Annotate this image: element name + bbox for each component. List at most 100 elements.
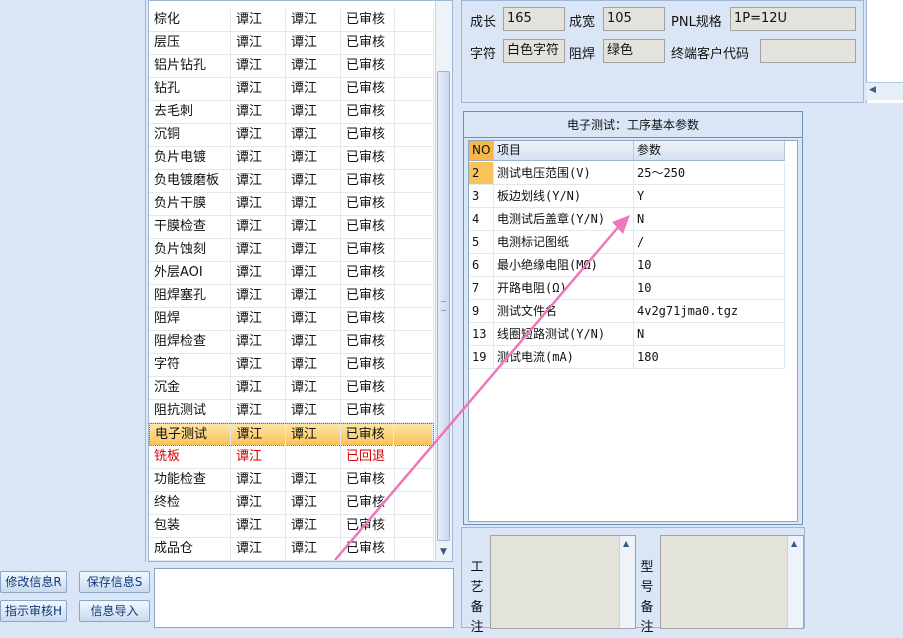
process-row[interactable]: 阻焊 谭江 谭江 已审核 <box>149 308 434 331</box>
param-row[interactable]: 4 电测试后盖章(Y/N) N <box>469 208 785 231</box>
param-row[interactable]: 3 板边划线(Y/N) Y <box>469 185 785 208</box>
process-row[interactable]: 负片蚀刻 谭江 谭江 已审核 <box>149 239 434 262</box>
process-row[interactable]: 沉金 谭江 谭江 已审核 <box>149 377 434 400</box>
header-item: 项目 <box>494 141 634 160</box>
process-row[interactable]: 负片干膜 谭江 谭江 已审核 <box>149 193 434 216</box>
solder-mask-field[interactable]: 绿色 <box>603 39 665 63</box>
params-grid[interactable]: NO 项目 参数 2 测试电压范围(V) 25～250 3 板边划线(Y/N) Y 4 电测试… <box>468 140 798 522</box>
process-row[interactable]: 电子测试 谭江 谭江 已审核 <box>149 423 434 447</box>
width-field[interactable]: 105 <box>603 7 665 31</box>
pnl-spec-field[interactable]: 1P=12U <box>730 7 856 31</box>
process-row[interactable]: 字符 谭江 谭江 已审核 <box>149 354 434 377</box>
process-reviewer: 谭江 <box>286 262 341 285</box>
process-reviewer: 谭江 <box>286 147 341 170</box>
process-reviewer: 谭江 <box>286 216 341 239</box>
param-row[interactable]: 19 测试电流(mA) 180 <box>469 346 785 369</box>
process-extra <box>395 262 434 285</box>
process-extra <box>395 400 434 423</box>
process-row[interactable]: 成品仓 谭江 谭江 已审核 <box>149 538 434 561</box>
import-info-button[interactable]: 信息导入 <box>79 600 150 622</box>
param-value: N <box>634 208 785 230</box>
process-status: 已审核 <box>341 469 395 492</box>
process-maker: 谭江 <box>231 147 286 170</box>
save-info-button[interactable]: 保存信息S <box>79 571 150 593</box>
process-row[interactable]: 干膜检查 谭江 谭江 已审核 <box>149 216 434 239</box>
process-row[interactable]: 终检 谭江 谭江 已审核 <box>149 492 434 515</box>
process-row[interactable]: 棕化 谭江 谭江 已审核 <box>149 9 434 32</box>
process-row[interactable]: 包装 谭江 谭江 已审核 <box>149 515 434 538</box>
process-params-panel: 电子测试：工序基本参数 NO 项目 参数 2 测试电压范围(V) 25～250 3 板边… <box>463 111 803 525</box>
process-extra <box>395 492 434 515</box>
process-name: 负片蚀刻 <box>149 239 231 262</box>
param-row[interactable]: 9 测试文件名 4v2g71jma0.tgz <box>469 300 785 323</box>
character-field[interactable]: 白色字符 <box>503 39 565 63</box>
process-status: 已审核 <box>341 262 395 285</box>
process-maker: 谭江 <box>231 446 286 469</box>
process-reviewer: 谭江 <box>286 285 341 308</box>
process-row[interactable]: 阻抗测试 谭江 谭江 已审核 <box>149 400 434 423</box>
process-row[interactable]: 层压 谭江 谭江 已审核 <box>149 32 434 55</box>
process-name: 阻焊检查 <box>149 331 231 354</box>
param-row[interactable]: 5 电测标记图纸 / <box>469 231 785 254</box>
scroll-up-icon: ▲ <box>623 539 630 548</box>
process-row[interactable]: 阻焊塞孔 谭江 谭江 已审核 <box>149 285 434 308</box>
param-row[interactable]: 13 线圈短路测试(Y/N) N <box>469 323 785 346</box>
header-no: NO <box>469 141 494 160</box>
process-row[interactable]: 功能检查 谭江 谭江 已审核 <box>149 469 434 492</box>
process-reviewer: 谭江 <box>286 170 341 193</box>
model-remark-scrollbar[interactable]: ▲ <box>787 536 803 628</box>
process-row[interactable]: 阻焊检查 谭江 谭江 已审核 <box>149 331 434 354</box>
process-row[interactable]: 去毛刺 谭江 谭江 已审核 <box>149 101 434 124</box>
model-remark-textarea[interactable]: ▲ <box>660 535 804 629</box>
param-row[interactable]: 7 开路电阻(Ω) 10 <box>469 277 785 300</box>
end-customer-code-field[interactable] <box>760 39 856 63</box>
process-remark-scrollbar[interactable]: ▲ <box>619 536 635 628</box>
process-reviewer: 谭江 <box>286 239 341 262</box>
process-name: 层压 <box>149 32 231 55</box>
param-item: 电测试后盖章(Y/N) <box>494 208 634 230</box>
param-row[interactable]: 6 最小绝缘电阻(MΩ) 10 <box>469 254 785 277</box>
process-status: 已审核 <box>341 538 395 561</box>
process-row[interactable]: 铝片钻孔 谭江 谭江 已审核 <box>149 55 434 78</box>
process-extra <box>395 469 434 492</box>
process-maker: 谭江 <box>231 170 286 193</box>
process-name: 干膜检查 <box>149 216 231 239</box>
process-remark-textarea[interactable]: ▲ <box>490 535 636 629</box>
process-maker: 谭江 <box>231 285 286 308</box>
process-status: 已审核 <box>341 9 395 32</box>
scroll-left-icon[interactable]: ◀ <box>869 85 876 95</box>
horizontal-scrollbar[interactable]: ◀ <box>866 82 903 100</box>
scroll-down-icon[interactable]: ▼ <box>437 546 450 559</box>
process-row[interactable]: 沉铜 谭江 谭江 已审核 <box>149 124 434 147</box>
process-row[interactable]: 外层AOI 谭江 谭江 已审核 <box>149 262 434 285</box>
param-value: 10 <box>634 277 785 299</box>
process-reviewer: 谭江 <box>286 9 341 32</box>
review-instruction-button[interactable]: 指示审核H <box>0 600 67 622</box>
process-row[interactable]: 铣板 谭江 已回退 <box>149 446 434 469</box>
process-reviewer: 谭江 <box>286 424 341 447</box>
pnl-spec-label: PNL规格 <box>671 15 722 30</box>
process-reviewer <box>286 446 341 469</box>
process-status: 已审核 <box>341 239 395 262</box>
process-row[interactable]: 负片电镀 谭江 谭江 已审核 <box>149 147 434 170</box>
process-status: 已审核 <box>341 492 395 515</box>
process-maker: 谭江 <box>231 538 286 561</box>
process-list-table[interactable]: 棕化 谭江 谭江 已审核 层压 谭江 谭江 已审核 铝片钻孔 谭江 谭江 已审核 钻孔 谭江 谭江 已审核 去毛… <box>148 0 453 562</box>
notes-textarea[interactable] <box>154 568 454 628</box>
param-value: N <box>634 323 785 345</box>
action-button-area: 修改信息R 保存信息S 指示审核H 信息导入 <box>0 562 152 628</box>
param-item: 线圈短路测试(Y/N) <box>494 323 634 345</box>
process-extra <box>395 101 434 124</box>
param-no: 9 <box>469 300 494 322</box>
process-reviewer: 谭江 <box>286 78 341 101</box>
process-extra <box>395 216 434 239</box>
process-row[interactable]: 负电镀磨板 谭江 谭江 已审核 <box>149 170 434 193</box>
process-status: 已审核 <box>341 515 395 538</box>
process-name: 外层AOI <box>149 262 231 285</box>
modify-info-button[interactable]: 修改信息R <box>0 571 67 593</box>
param-row[interactable]: 2 测试电压范围(V) 25～250 <box>469 162 785 185</box>
left-panel <box>0 0 146 562</box>
process-reviewer: 谭江 <box>286 515 341 538</box>
length-field[interactable]: 165 <box>503 7 565 31</box>
process-row[interactable]: 钻孔 谭江 谭江 已审核 <box>149 78 434 101</box>
